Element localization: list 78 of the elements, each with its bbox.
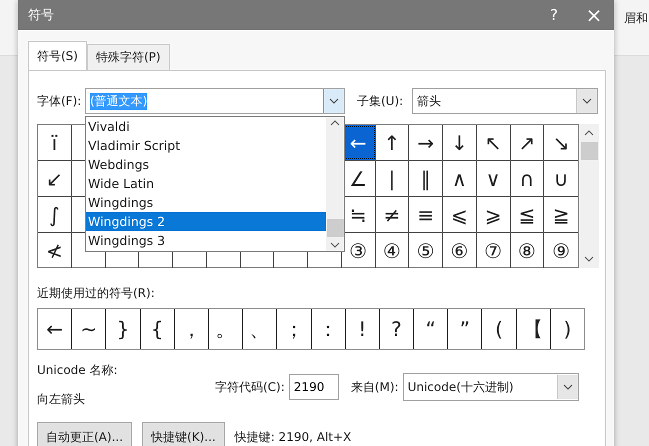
unicode-name-value: 向左箭头 bbox=[37, 391, 86, 408]
symbol-cell[interactable]: ~ bbox=[72, 309, 106, 349]
symbol-cell[interactable]: ④ bbox=[376, 233, 410, 268]
symbol-cell[interactable]: ↙ bbox=[38, 161, 72, 196]
symbol-cell[interactable]: ⩽ bbox=[443, 197, 477, 232]
symbol-cell[interactable]: ∩ bbox=[510, 161, 544, 196]
symbol-cell[interactable]: 。 bbox=[208, 309, 244, 349]
symbol-cell[interactable]: } bbox=[106, 309, 141, 349]
symbol-cell[interactable]: ← bbox=[38, 309, 72, 349]
symbol-cell[interactable]: ≠ bbox=[376, 197, 410, 232]
recent-label: 近期使用过的符号(R): bbox=[37, 285, 156, 302]
ribbon-text: 眉和 bbox=[624, 10, 648, 27]
dialog-button[interactable]: 快捷键(K)... bbox=[142, 422, 225, 446]
font-list-item[interactable]: Vladimir Script bbox=[86, 136, 326, 155]
symbol-cell[interactable]: ) bbox=[550, 309, 584, 349]
unicode-name-label: Unicode 名称: bbox=[37, 362, 119, 379]
symbol-cell[interactable]: ↘ bbox=[544, 125, 578, 160]
symbol-cell[interactable]: ⑧ bbox=[510, 233, 544, 268]
symbol-cell[interactable]: → bbox=[409, 125, 443, 160]
font-list-item[interactable]: Webdings bbox=[86, 155, 326, 174]
from-dropdown[interactable]: Unicode(十六进制) bbox=[402, 373, 579, 401]
close-button[interactable]: × bbox=[574, 0, 614, 30]
symbol-cell[interactable]: ⩾ bbox=[476, 197, 510, 232]
font-list-item[interactable]: Vivaldi bbox=[86, 117, 326, 136]
symbol-cell[interactable]: ⑨ bbox=[544, 233, 578, 268]
symbol-cell[interactable]: 、 bbox=[243, 309, 278, 349]
symbol-cell[interactable]: ↑ bbox=[376, 125, 410, 160]
symbol-cell[interactable]: ! bbox=[346, 309, 380, 349]
scroll-down-icon[interactable] bbox=[330, 242, 340, 248]
font-label: 字体(F): bbox=[37, 92, 82, 110]
symbol-cell[interactable]: ≧ bbox=[544, 197, 578, 232]
scroll-up-icon[interactable] bbox=[330, 120, 340, 126]
symbol-cell[interactable]: 【 bbox=[516, 309, 551, 349]
symbol-cell[interactable]: ≦ bbox=[510, 197, 544, 232]
font-list-item[interactable]: Wingdings 2 bbox=[86, 212, 326, 231]
symbol-cell[interactable]: { bbox=[140, 309, 175, 349]
symbol-cell[interactable]: ∪ bbox=[544, 161, 578, 196]
font-list-item[interactable]: Wingdings 3 bbox=[86, 231, 326, 250]
symbol-cell[interactable]: ： bbox=[312, 309, 346, 349]
tab[interactable]: 符号(S) bbox=[28, 41, 87, 70]
symbol-cell[interactable]: ↗ bbox=[510, 125, 544, 160]
symbol-cell[interactable]: ； bbox=[277, 309, 312, 349]
dialog-button[interactable]: 自动更正(A)... bbox=[37, 422, 132, 446]
subset-label: 子集(U): bbox=[357, 92, 404, 110]
scrollbar[interactable] bbox=[579, 124, 599, 268]
window-title: 符号 bbox=[28, 7, 54, 24]
char-code-label: 字符代码(C): bbox=[215, 378, 285, 396]
subset-dropdown[interactable]: 箭头 bbox=[412, 88, 598, 114]
symbol-cell[interactable]: “ bbox=[414, 309, 448, 349]
scroll-up-icon[interactable] bbox=[584, 130, 594, 136]
symbol-cell[interactable]: ï bbox=[38, 125, 72, 160]
symbol-cell[interactable]: ∥ bbox=[409, 161, 443, 196]
symbol-cell[interactable]: ↖ bbox=[476, 125, 510, 160]
symbol-cell[interactable]: ∨ bbox=[476, 161, 510, 196]
font-list-item[interactable]: Wide Latin bbox=[86, 174, 326, 193]
symbol-cell[interactable]: ( bbox=[482, 309, 517, 349]
symbol-cell[interactable]: ， bbox=[174, 309, 209, 349]
symbol-cell[interactable]: ⑦ bbox=[476, 233, 510, 268]
symbol-cell[interactable]: ∧ bbox=[443, 161, 477, 196]
scroll-down-icon[interactable] bbox=[584, 256, 594, 262]
scroll-thumb[interactable] bbox=[326, 219, 344, 237]
tab[interactable]: 特殊字符(P) bbox=[86, 44, 170, 70]
symbol-cell[interactable]: ≡ bbox=[409, 197, 443, 232]
font-list-item[interactable]: Wingdings bbox=[86, 193, 326, 212]
symbol-cell[interactable]: ⑥ bbox=[443, 233, 477, 268]
char-code-field[interactable]: 2190 bbox=[288, 374, 339, 400]
symbol-cell[interactable]: ↓ bbox=[443, 125, 477, 160]
symbol-cell[interactable]: ∫ bbox=[38, 197, 72, 232]
from-label: 来自(M): bbox=[350, 378, 399, 396]
scrollbar[interactable] bbox=[326, 117, 344, 251]
symbol-cell[interactable]: ⑤ bbox=[409, 233, 443, 268]
symbol-cell[interactable]: ≮ bbox=[38, 233, 72, 268]
scroll-thumb[interactable] bbox=[580, 142, 598, 160]
help-button[interactable]: ? bbox=[534, 0, 574, 30]
symbol-cell[interactable]: ? bbox=[380, 309, 414, 349]
symbol-cell[interactable]: ” bbox=[448, 309, 482, 349]
symbol-cell[interactable]: ∣ bbox=[376, 161, 410, 196]
shortcut-text: 快捷键: 2190, Alt+X bbox=[234, 428, 352, 446]
